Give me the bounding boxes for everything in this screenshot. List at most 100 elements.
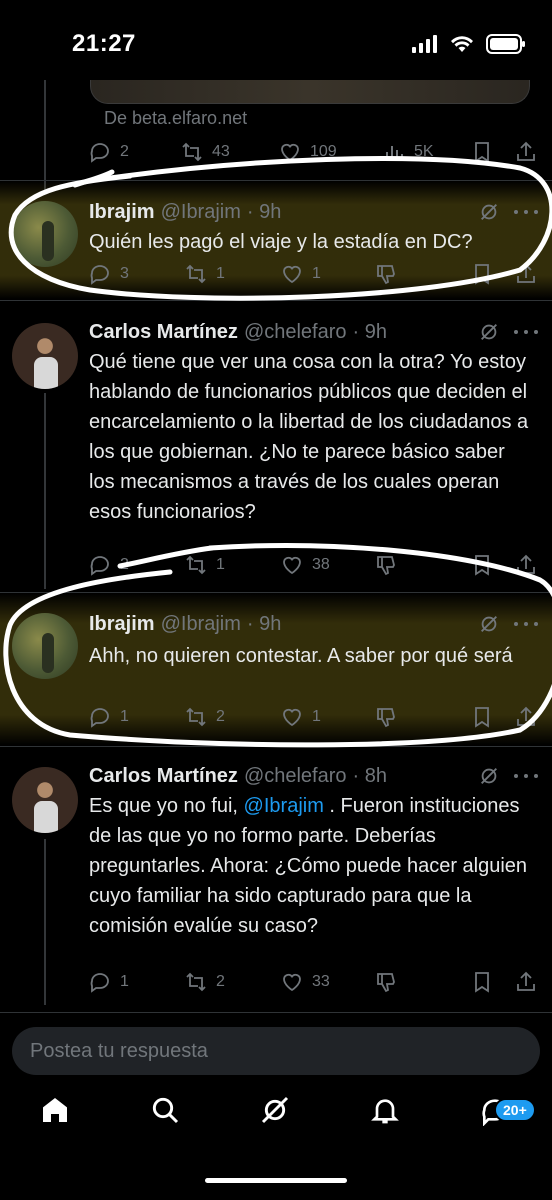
author-handle[interactable]: @Ibrajim — [161, 201, 241, 224]
tweet-time: · 8h — [352, 765, 387, 787]
reply-icon — [90, 973, 109, 993]
author-name[interactable]: Carlos Martínez — [89, 321, 238, 344]
views-icon — [386, 146, 403, 160]
thread-line — [44, 393, 46, 589]
status-bar: 21:27 — [0, 0, 552, 80]
like-count: 109 — [310, 143, 337, 160]
author-handle[interactable]: @chelefaro — [244, 321, 347, 344]
repost-button[interactable]: 1 — [184, 262, 225, 286]
reply-button[interactable]: 2 — [88, 553, 129, 577]
reply-icon — [90, 143, 109, 163]
like-button[interactable]: 38 — [280, 553, 330, 577]
tweet-text: Quién les pagó el viaje y la estadía en … — [89, 231, 473, 253]
reply-button[interactable]: 1 — [88, 970, 129, 994]
views-button[interactable]: 5K — [382, 140, 434, 164]
avatar[interactable] — [12, 323, 78, 389]
reply-icon — [90, 708, 109, 728]
heart-icon — [283, 973, 301, 992]
reply-button[interactable]: 3 — [88, 262, 129, 286]
repost-button[interactable]: 43 — [180, 140, 230, 164]
share-icon — [517, 263, 535, 283]
grok-icon[interactable] — [478, 613, 500, 635]
heart-icon — [283, 556, 301, 575]
thread-line — [44, 839, 46, 1005]
tweet[interactable]: Carlos Martínez @chelefaro · 8h Es que y… — [0, 747, 552, 1007]
reply-count: 2 — [120, 143, 129, 160]
more-icon[interactable] — [514, 613, 538, 635]
grok-icon[interactable] — [478, 765, 500, 787]
share-button[interactable] — [514, 553, 538, 577]
more-icon[interactable] — [514, 321, 538, 343]
downvote-button[interactable] — [374, 705, 398, 729]
tweet[interactable]: Carlos Martínez @chelefaro · 9h Qué tien… — [0, 301, 552, 591]
tweet-text: Ahh, no quieren contestar. A saber por q… — [89, 645, 513, 667]
link-preview-source[interactable]: De beta.elfaro.net — [104, 108, 247, 129]
bookmark-button[interactable] — [470, 262, 494, 286]
bookmark-icon — [475, 972, 489, 993]
tab-home[interactable] — [35, 1090, 75, 1130]
like-button[interactable]: 1 — [280, 262, 321, 286]
link-preview-card[interactable] — [90, 80, 530, 104]
reply-count: 1 — [120, 708, 129, 725]
author-handle[interactable]: @chelefaro — [244, 765, 347, 788]
avatar[interactable] — [12, 767, 78, 833]
author-name[interactable]: Carlos Martínez — [89, 765, 238, 788]
thumbs-down-icon — [377, 708, 395, 728]
repost-button[interactable]: 1 — [184, 553, 225, 577]
mention-link[interactable]: @Ibrajim — [244, 795, 324, 817]
thumbs-down-icon — [377, 265, 395, 285]
divider — [0, 1012, 552, 1013]
tweet-actions: 3 1 1 — [88, 262, 538, 292]
bookmark-button[interactable] — [470, 553, 494, 577]
bookmark-button[interactable] — [470, 970, 494, 994]
messages-badge: 20+ — [494, 1098, 536, 1122]
tweet-time: · 9h — [246, 201, 282, 223]
tab-grok[interactable] — [255, 1090, 295, 1130]
author-name[interactable]: Ibrajim — [89, 201, 155, 224]
like-button[interactable]: 33 — [280, 970, 330, 994]
avatar[interactable] — [12, 613, 78, 679]
reply-button[interactable]: 2 — [88, 140, 129, 164]
downvote-button[interactable] — [374, 553, 398, 577]
tweet-header: Ibrajim @Ibrajim · 9h — [89, 201, 281, 224]
downvote-button[interactable] — [374, 970, 398, 994]
repost-button[interactable]: 2 — [184, 970, 225, 994]
author-name[interactable]: Ibrajim — [89, 613, 155, 636]
bookmark-icon — [475, 264, 489, 285]
like-count: 33 — [312, 973, 330, 990]
tweet-actions: 2 1 38 — [88, 553, 538, 583]
reply-input[interactable]: Postea tu respuesta — [12, 1027, 540, 1075]
tweet-time: · 9h — [352, 321, 387, 343]
share-button[interactable] — [514, 705, 538, 729]
grok-icon[interactable] — [478, 201, 500, 223]
share-button[interactable] — [514, 970, 538, 994]
share-icon — [517, 706, 535, 726]
more-icon[interactable] — [514, 765, 538, 787]
tweet-time: · 9h — [246, 613, 282, 635]
signal-icon — [412, 35, 437, 53]
tab-notifications[interactable] — [365, 1090, 405, 1130]
share-button[interactable] — [514, 140, 538, 164]
avatar[interactable] — [12, 201, 78, 267]
repost-button[interactable]: 2 — [184, 705, 225, 729]
grok-icon[interactable] — [478, 321, 500, 343]
status-time: 21:27 — [72, 30, 136, 57]
downvote-button[interactable] — [374, 262, 398, 286]
bookmark-button[interactable] — [470, 705, 494, 729]
like-count: 1 — [312, 265, 321, 282]
reply-button[interactable]: 1 — [88, 705, 129, 729]
tweet-text: Qué tiene que ver una cosa con la otra? … — [89, 351, 529, 523]
more-icon[interactable] — [514, 201, 538, 223]
bell-icon — [371, 1099, 399, 1124]
like-button[interactable]: 109 — [278, 140, 337, 164]
author-handle[interactable]: @Ibrajim — [161, 613, 241, 636]
battery-icon — [486, 34, 525, 54]
like-button[interactable]: 1 — [280, 705, 321, 729]
bookmark-button[interactable] — [470, 140, 494, 164]
heart-icon — [283, 708, 301, 727]
share-button[interactable] — [514, 262, 538, 286]
tweet-header: Ibrajim @Ibrajim · 9h — [89, 613, 281, 636]
tab-search[interactable] — [145, 1090, 185, 1130]
reply-count: 1 — [120, 973, 129, 990]
tweet-text-start: Es que yo no fui, — [89, 795, 244, 817]
